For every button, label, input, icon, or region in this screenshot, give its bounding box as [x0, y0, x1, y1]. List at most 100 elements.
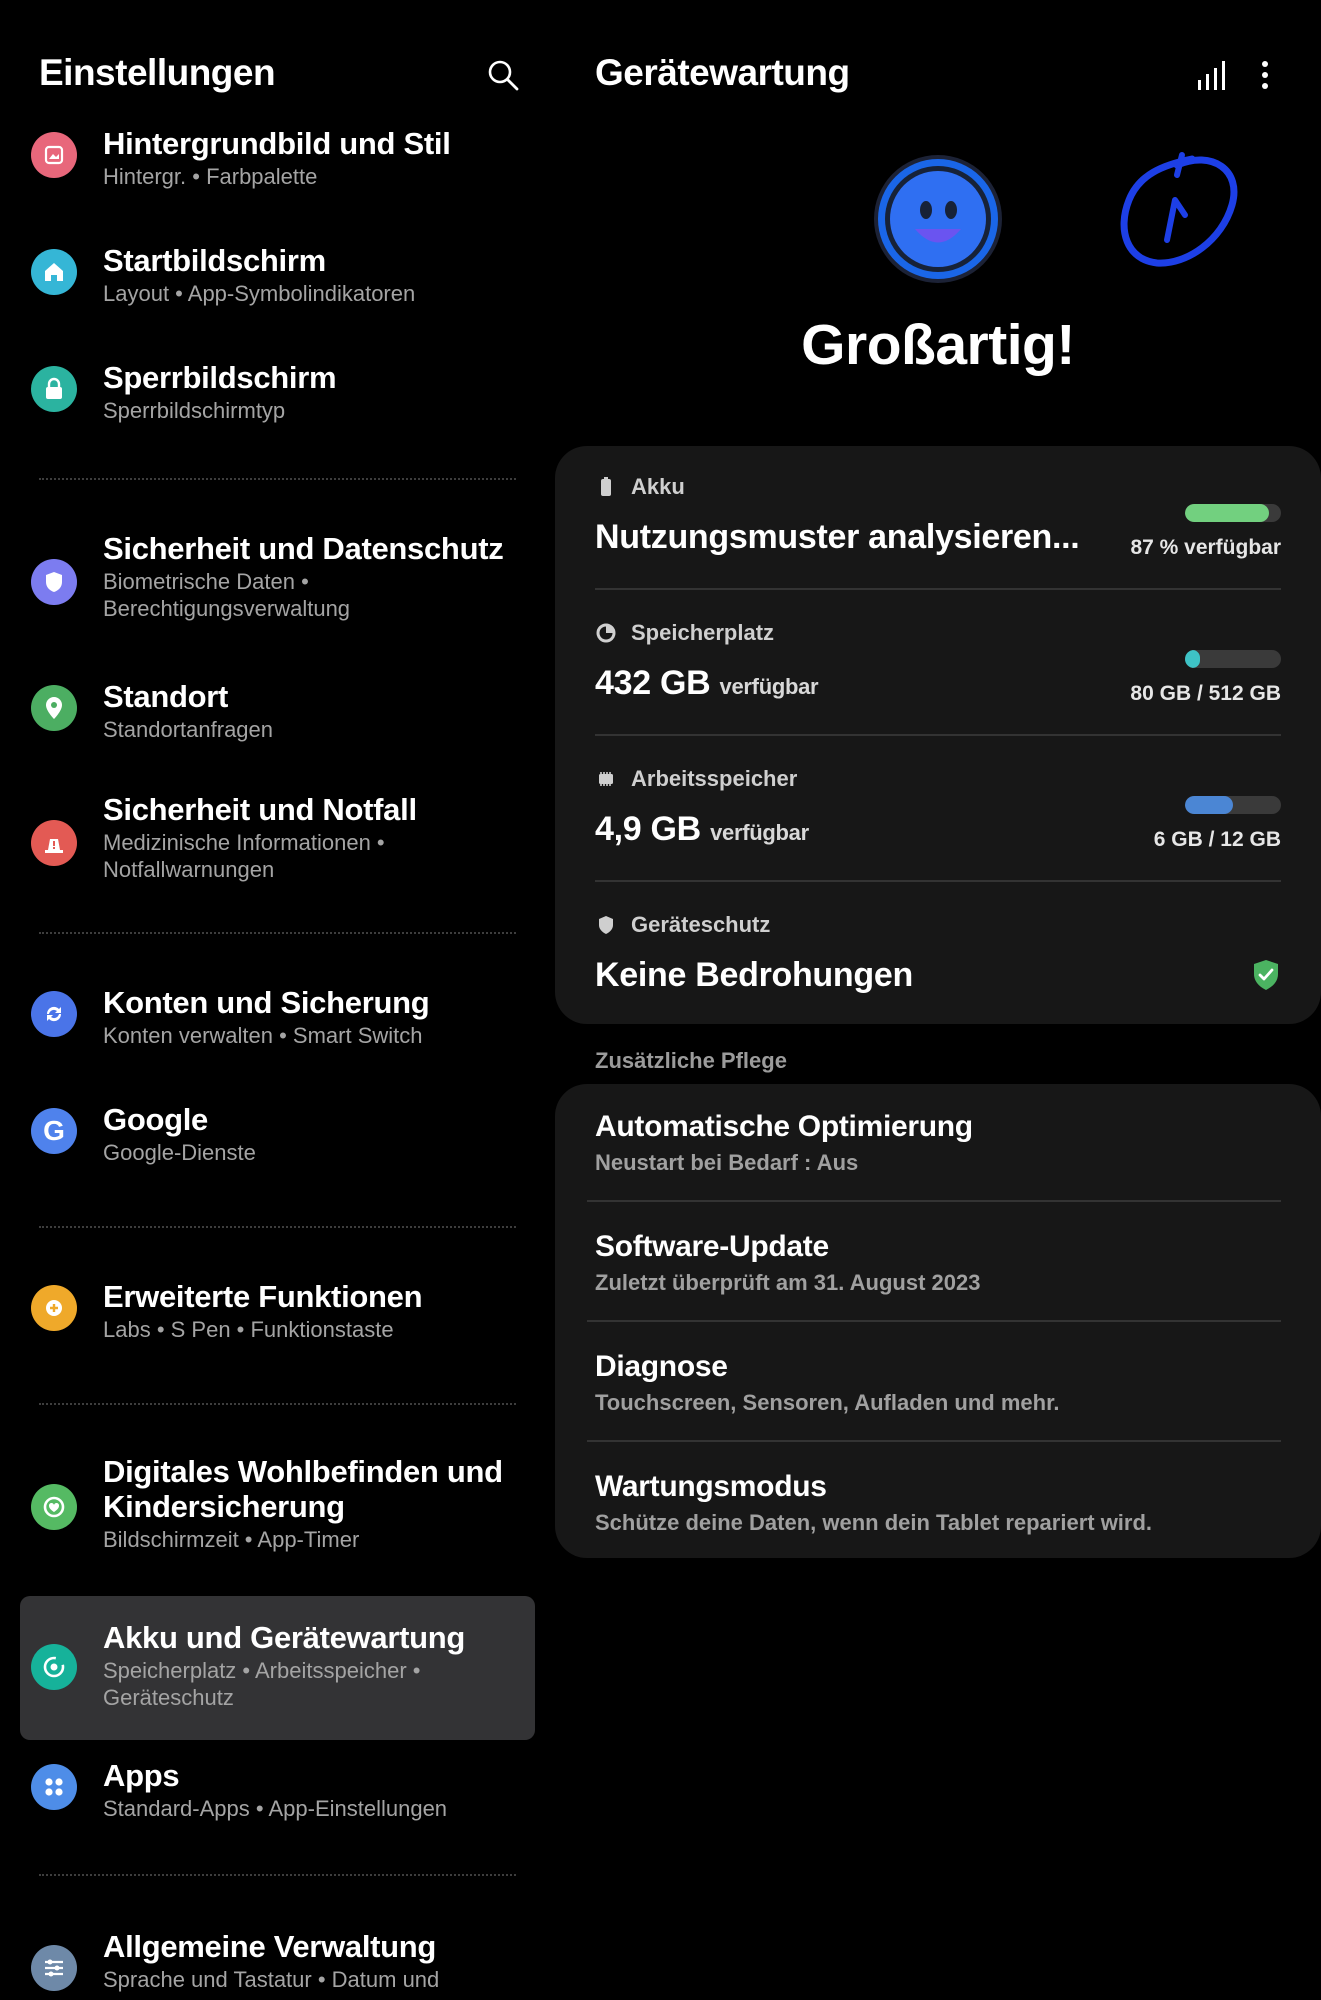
- location-icon: [31, 685, 77, 731]
- wellbeing-icon: [31, 1484, 77, 1530]
- settings-item-home-screen[interactable]: Startbildschirm Layout • App-Symbolindik…: [0, 241, 555, 358]
- memory-row[interactable]: Arbeitsspeicher 4,9 GB verfügbar 6 GB / …: [595, 766, 1281, 866]
- settings-item-wallpaper[interactable]: Hintergrundbild und Stil Hintergr. • Far…: [0, 124, 555, 241]
- settings-item-accounts-backup[interactable]: Konten und Sicherung Konten verwalten • …: [0, 985, 555, 1106]
- smiley-status-icon: [874, 155, 1002, 283]
- item-subtitle: Standortanfragen: [103, 717, 274, 742]
- sync-icon: [31, 991, 77, 1037]
- item-subtitle: Layout • App-Symbolindikatoren: [103, 281, 416, 306]
- divider: [39, 1874, 516, 1877]
- item-subtitle: Konten verwalten • Smart Switch: [103, 1023, 423, 1048]
- battery-label-row: Akku: [595, 474, 1281, 500]
- emergency-icon: [31, 820, 77, 866]
- storage-meta: 80 GB / 512 GB: [1130, 682, 1281, 705]
- item-subtitle: Medizinische Informationen • Notfallwarn…: [103, 830, 385, 882]
- divider: [587, 1320, 1281, 1322]
- status-headline: Großartig!: [801, 313, 1075, 377]
- status-card: Akku Nutzungsmuster analysieren... 87 % …: [555, 446, 1321, 1024]
- storage-label: Speicherplatz: [631, 620, 775, 645]
- protection-row[interactable]: Geräteschutz Keine Bedrohungen: [595, 912, 1281, 1002]
- battery-icon: [601, 477, 611, 496]
- battery-meta: 87 % verfügbar: [1130, 536, 1281, 559]
- settings-item-safety-emergency[interactable]: Sicherheit und Notfall Medizinische Info…: [0, 792, 555, 928]
- item-title: Startbildschirm: [103, 243, 326, 278]
- item-title: Sperrbildschirm: [103, 360, 337, 395]
- home-icon: [31, 249, 77, 295]
- memory-bar-fill: [1185, 796, 1233, 814]
- item-title: Akku und Gerätewartung: [103, 1620, 466, 1655]
- page-title: Gerätewartung: [595, 52, 850, 93]
- diagnostics-row[interactable]: Diagnose Touchscreen, Sensoren, Aufladen…: [595, 1350, 1281, 1416]
- settings-item-location[interactable]: Standort Standortanfragen: [0, 679, 555, 798]
- item-title: Sicherheit und Datenschutz: [103, 531, 504, 566]
- memory-meta: 6 GB / 12 GB: [1153, 828, 1281, 851]
- item-title: Digitales Wohlbefinden und Kindersicheru…: [103, 1454, 503, 1524]
- additional-care-card: Automatische Optimierung Neustart bei Be…: [555, 1084, 1321, 1558]
- battery-row[interactable]: Akku Nutzungsmuster analysieren... 87 % …: [595, 474, 1281, 574]
- memory-chip-icon: [599, 772, 613, 786]
- search-icon[interactable]: [486, 58, 520, 92]
- item-subtitle: Labs • S Pen • Funktionstaste: [103, 1317, 394, 1342]
- protection-label-row: Geräteschutz: [595, 912, 1281, 938]
- wallpaper-icon: [31, 132, 77, 178]
- care-title: Software-Update: [595, 1230, 829, 1263]
- memory-label: Arbeitsspeicher: [631, 766, 798, 791]
- pie-icon: [596, 623, 616, 643]
- storage-bar-fill: [1185, 650, 1201, 668]
- maintenance-mode-row[interactable]: Wartungsmodus Schütze deine Daten, wenn …: [595, 1470, 1281, 1536]
- settings-item-google[interactable]: G Google Google-Dienste: [0, 1102, 555, 1206]
- item-subtitle: Bildschirmzeit • App-Timer: [103, 1527, 360, 1552]
- lock-icon: [31, 366, 77, 412]
- settings-item-lock-screen[interactable]: Sperrbildschirm Sperrbildschirmtyp: [0, 358, 555, 458]
- section-header: Zusätzliche Pflege: [595, 1048, 787, 1073]
- divider: [595, 880, 1281, 882]
- software-update-row[interactable]: Software-Update Zuletzt überprüft am 31.…: [595, 1230, 1281, 1296]
- item-title: Erweiterte Funktionen: [103, 1279, 423, 1314]
- item-title: Apps: [103, 1758, 180, 1793]
- more-vertical-icon[interactable]: [1255, 58, 1275, 92]
- signal-bars-icon[interactable]: [1196, 58, 1228, 92]
- clock-doodle-icon: [1120, 152, 1238, 267]
- item-subtitle: Sperrbildschirmtyp: [103, 398, 286, 423]
- divider: [595, 734, 1281, 736]
- divider: [595, 588, 1281, 590]
- item-title: Sicherheit und Notfall: [103, 792, 417, 827]
- memory-bar: [1185, 796, 1281, 814]
- battery-bar: [1185, 504, 1281, 522]
- shield-small-icon: [599, 916, 613, 934]
- settings-item-battery-device-care[interactable]: Akku und Gerätewartung Speicherplatz • A…: [20, 1596, 535, 1740]
- item-subtitle: Standard-Apps • App-Einstellungen: [103, 1796, 448, 1821]
- settings-item-digital-wellbeing[interactable]: Digitales Wohlbefinden und Kindersicheru…: [0, 1454, 555, 1596]
- storage-row[interactable]: Speicherplatz 432 GB verfügbar 80 GB / 5…: [595, 620, 1281, 720]
- settings-item-advanced-features[interactable]: Erweiterte Funktionen Labs • S Pen • Fun…: [0, 1279, 555, 1383]
- care-subtitle: Schütze deine Daten, wenn dein Tablet re…: [595, 1510, 1153, 1535]
- sliders-icon: [31, 1945, 77, 1991]
- settings-pane: Einstellungen Hintergrundbild und Stil H…: [0, 0, 555, 2000]
- item-subtitle: Speicherplatz • Arbeitsspeicher • Geräte…: [103, 1658, 421, 1710]
- device-care-pane: Gerätewartung Großartig! Akku Nutzungsmu…: [555, 0, 1321, 2000]
- settings-item-security-privacy[interactable]: Sicherheit und Datenschutz Biometrische …: [0, 531, 555, 681]
- item-title: Google: [103, 1102, 208, 1137]
- care-title: Wartungsmodus: [595, 1470, 827, 1503]
- divider: [39, 478, 516, 481]
- apps-icon: [31, 1764, 77, 1810]
- memory-unit: verfügbar: [710, 820, 809, 845]
- care-subtitle: Zuletzt überprüft am 31. August 2023: [595, 1270, 981, 1295]
- item-subtitle: Hintergr. • Farbpalette: [103, 164, 318, 189]
- storage-unit: verfügbar: [719, 674, 819, 699]
- settings-item-apps[interactable]: Apps Standard-Apps • App-Einstellungen: [0, 1758, 555, 1874]
- settings-list: Hintergrundbild und Stil Hintergr. • Far…: [0, 124, 555, 2000]
- item-title: Standort: [103, 679, 229, 714]
- device-care-icon: [31, 1644, 77, 1690]
- storage-value: 432 GB: [595, 664, 711, 702]
- auto-optimization-row[interactable]: Automatische Optimierung Neustart bei Be…: [595, 1110, 1281, 1176]
- settings-item-general-management[interactable]: Allgemeine Verwaltung Sprache und Tastat…: [0, 1929, 555, 2000]
- protection-label: Geräteschutz: [631, 912, 771, 937]
- item-title: Konten und Sicherung: [103, 985, 430, 1020]
- battery-label: Akku: [631, 474, 685, 499]
- divider: [587, 1200, 1281, 1202]
- item-subtitle: Sprache und Tastatur • Datum und: [103, 1967, 440, 1992]
- memory-label-row: Arbeitsspeicher: [595, 766, 1281, 792]
- item-title: Hintergrundbild und Stil: [103, 126, 451, 161]
- storage-label-row: Speicherplatz: [595, 620, 1281, 646]
